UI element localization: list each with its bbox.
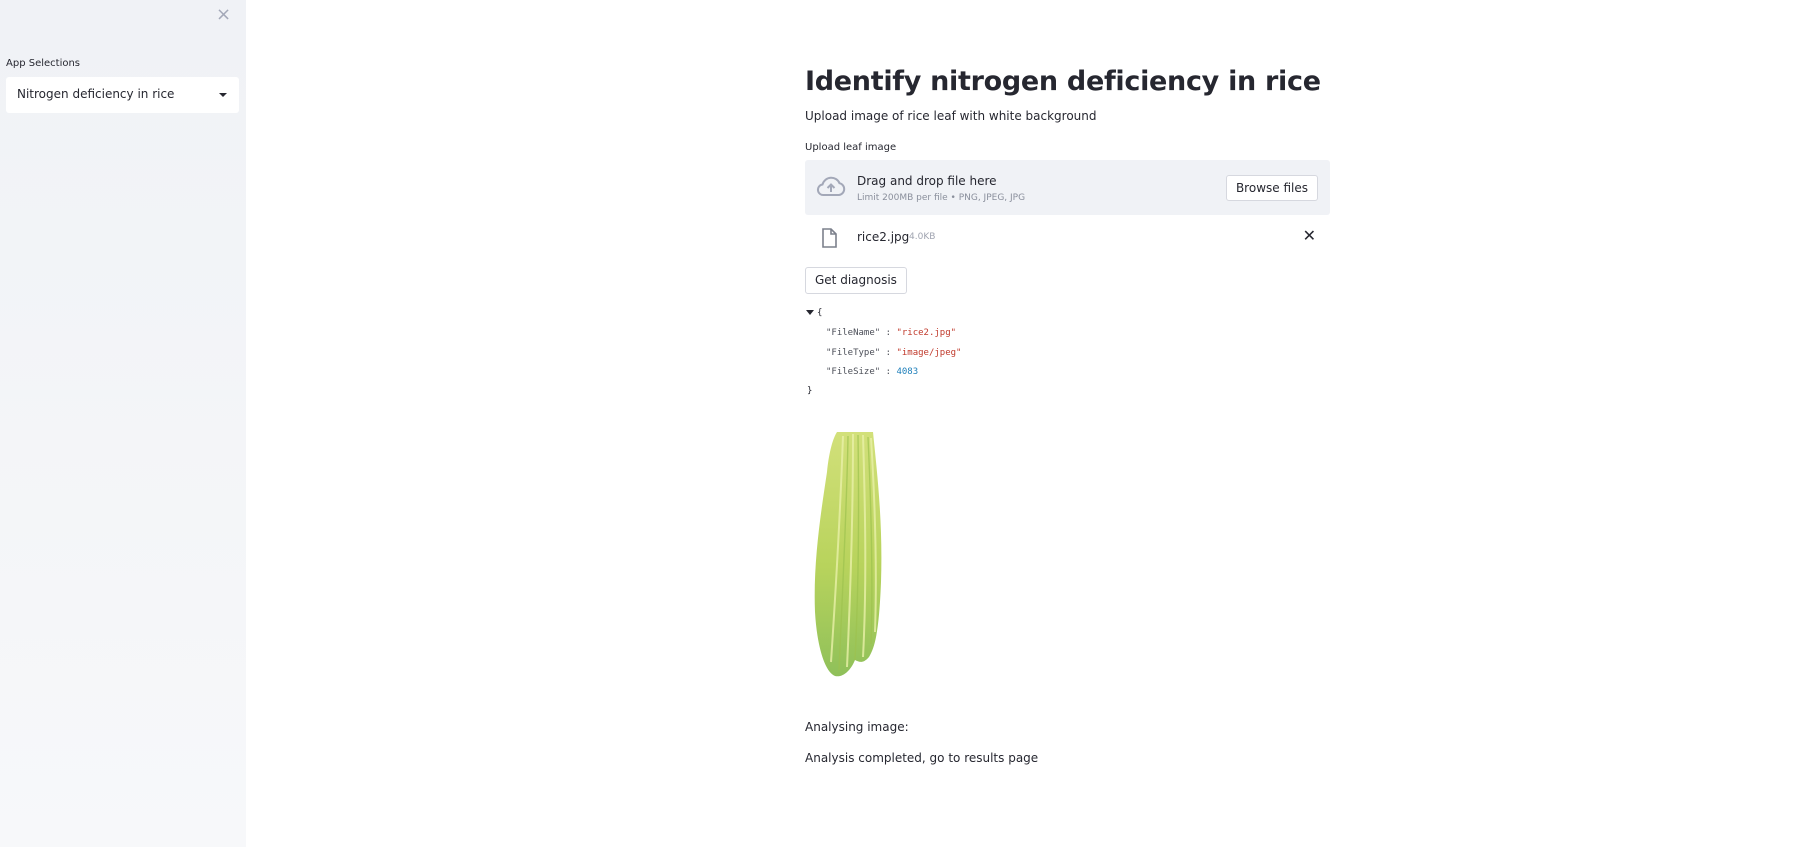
browse-files-button[interactable]: Browse files <box>1225 175 1318 201</box>
sidebar: × App Selections Nitrogen deficiency in … <box>0 0 246 847</box>
get-diagnosis-button[interactable]: Get diagnosis <box>805 267 907 294</box>
json-key: "FileName" <box>826 328 881 338</box>
json-value: "image/jpeg" <box>896 348 962 358</box>
file-dropzone[interactable]: Drag and drop file here Limit 200MB per … <box>805 160 1330 215</box>
cloud-upload-icon <box>816 176 846 197</box>
json-sep: : <box>880 328 897 338</box>
json-value: "rice2.jpg" <box>896 328 957 338</box>
file-size: 4.0KB <box>909 232 936 242</box>
caret-down-icon <box>219 93 227 97</box>
analysing-status: Analysing image: <box>805 720 909 734</box>
app-select-dropdown[interactable]: Nitrogen deficiency in rice <box>6 77 239 113</box>
analysis-complete-status: Analysis completed, go to results page <box>805 751 1039 765</box>
file-name: rice2.jpg <box>857 230 910 244</box>
json-key: "FileType" <box>826 348 881 358</box>
sidebar-close-icon[interactable]: × <box>216 6 231 24</box>
json-value: 4083 <box>896 367 919 377</box>
json-entry-filesize: "FileSize" : 4083 <box>826 367 918 377</box>
page-title: Identify nitrogen deficiency in rice <box>805 66 1321 97</box>
app-selections-label: App Selections <box>6 58 81 69</box>
collapse-caret-icon[interactable] <box>806 310 814 316</box>
upload-label: Upload leaf image <box>805 142 897 153</box>
json-entry-filetype: "FileType" : "image/jpeg" <box>826 348 961 358</box>
json-open-brace: { <box>817 308 823 318</box>
json-sep: : <box>880 348 897 358</box>
dropzone-title: Drag and drop file here <box>857 174 997 188</box>
uploaded-file-row: rice2.jpg 4.0KB ✕ <box>805 226 1330 250</box>
json-key: "FileSize" <box>826 367 881 377</box>
rice-leaf-image <box>814 432 882 677</box>
remove-file-icon[interactable]: ✕ <box>1303 228 1316 244</box>
file-icon <box>822 228 837 248</box>
page-subtitle: Upload image of rice leaf with white bac… <box>805 109 1097 123</box>
app-select-value: Nitrogen deficiency in rice <box>17 87 175 101</box>
json-close-brace: } <box>807 386 813 396</box>
dropzone-limits: Limit 200MB per file • PNG, JPEG, JPG <box>857 193 1026 203</box>
json-sep: : <box>880 367 897 377</box>
json-entry-filename: "FileName" : "rice2.jpg" <box>826 328 956 338</box>
